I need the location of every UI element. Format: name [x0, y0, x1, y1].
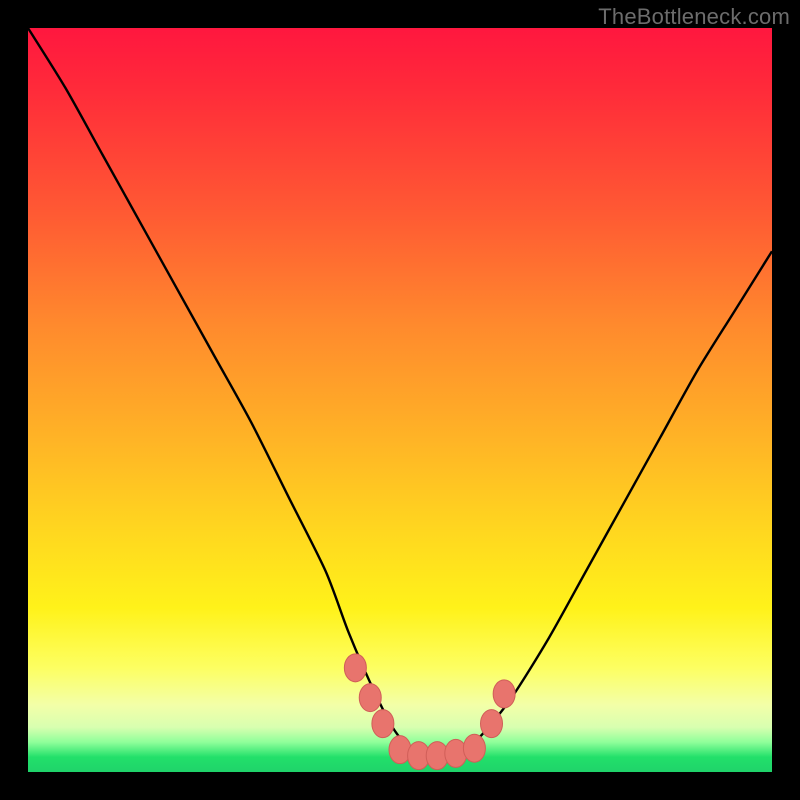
- outer-frame: TheBottleneck.com: [0, 0, 800, 800]
- watermark-text: TheBottleneck.com: [598, 4, 790, 30]
- curve-layer: [28, 28, 772, 772]
- curve-marker: [481, 710, 503, 738]
- curve-marker: [493, 680, 515, 708]
- curve-marker: [359, 684, 381, 712]
- curve-markers: [344, 654, 515, 770]
- curve-marker: [344, 654, 366, 682]
- bottleneck-curve: [28, 28, 772, 757]
- curve-marker: [463, 734, 485, 762]
- curve-marker: [372, 710, 394, 738]
